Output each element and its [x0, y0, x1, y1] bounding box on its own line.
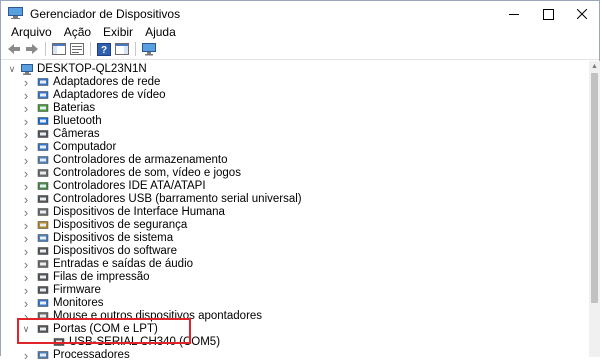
bluetooth-icon — [37, 117, 49, 125]
minimize-icon — [509, 13, 519, 15]
vertical-scrollbar[interactable]: ▲ — [589, 61, 600, 357]
category-label: Controladores USB (barramento serial uni… — [53, 193, 302, 205]
system-icon — [37, 234, 49, 242]
properties-icon — [70, 43, 84, 55]
category-label: Adaptadores de vídeo — [53, 89, 166, 101]
show-hide-console-tree-button[interactable] — [51, 42, 67, 56]
help-icon: ? — [97, 42, 111, 56]
maximize-icon — [542, 8, 554, 20]
monitor-icon — [37, 299, 49, 307]
category-label: Bluetooth — [53, 115, 102, 127]
device-tree: ∨ DESKTOP-QL23N1N › Adaptadores de rede › A… — [1, 61, 601, 362]
camera-icon — [37, 130, 49, 138]
menu-ajuda[interactable]: Ajuda — [139, 25, 182, 39]
device-manager-window: Gerenciador de Dispositivos Arquivo Ação… — [0, 0, 601, 362]
toolbar-separator — [90, 42, 91, 56]
category-label: Firmware — [53, 284, 101, 296]
help-button[interactable]: ? — [96, 42, 112, 56]
ide-icon — [37, 182, 49, 190]
back-button[interactable] — [6, 42, 22, 56]
forward-button[interactable] — [24, 42, 40, 56]
computer-icon — [21, 64, 33, 75]
category-label: Dispositivos de Interface Humana — [53, 206, 225, 218]
scrollbar-thumb[interactable] — [591, 73, 598, 303]
toolbar-separator — [135, 42, 136, 56]
tree-root-label: DESKTOP-QL23N1N — [37, 63, 147, 75]
category-label: Câmeras — [53, 128, 100, 140]
action-pane-button[interactable] — [114, 42, 130, 56]
category-label: Monitores — [53, 297, 104, 309]
category-label: Controladores IDE ATA/ATAPI — [53, 180, 206, 192]
scroll-up-arrow-icon[interactable]: ▲ — [589, 61, 600, 72]
menu-acao[interactable]: Ação — [58, 25, 97, 39]
svg-text:?: ? — [101, 45, 107, 56]
battery-icon — [37, 104, 49, 112]
toolbar-separator — [45, 42, 46, 56]
network-icon — [37, 78, 49, 86]
category-label: Controladores de armazenamento — [53, 154, 228, 166]
software-device-icon — [37, 247, 49, 255]
printer-icon — [37, 273, 49, 281]
hid-icon — [37, 208, 49, 216]
scan-hardware-button[interactable] — [141, 42, 157, 56]
usb-icon — [37, 195, 49, 203]
device-manager-app-icon — [8, 7, 23, 19]
storage-icon — [37, 156, 49, 164]
console-tree-icon — [52, 43, 66, 55]
security-icon — [37, 221, 49, 229]
display-adapter-icon — [37, 91, 49, 99]
window-title: Gerenciador de Dispositivos — [30, 7, 181, 21]
toolbar-divider — [1, 59, 599, 60]
category-label: Filas de impressão — [53, 271, 150, 283]
computer-icon — [37, 143, 49, 151]
category-label: Entradas e saídas de áudio — [53, 258, 194, 270]
category-label: Computador — [53, 141, 117, 153]
back-arrow-icon — [8, 44, 20, 54]
highlight-annotation — [17, 318, 191, 344]
menu-bar: Arquivo Ação Exibir Ajuda — [1, 23, 599, 41]
category-label: Dispositivos do software — [53, 245, 177, 257]
toolbar: ? — [1, 41, 599, 57]
menu-arquivo[interactable]: Arquivo — [5, 25, 58, 39]
monitor-scan-icon — [142, 42, 156, 55]
audio-icon — [37, 260, 49, 268]
category-label: Dispositivos de segurança — [53, 219, 188, 231]
chevron-down-icon[interactable]: ∨ — [7, 63, 17, 76]
category-label: Baterias — [53, 102, 96, 114]
action-pane-icon — [115, 43, 129, 55]
forward-arrow-icon — [26, 44, 38, 54]
properties-button[interactable] — [69, 42, 85, 56]
sound-icon — [37, 169, 49, 177]
category-label: Adaptadores de rede — [53, 76, 161, 88]
menu-exibir[interactable]: Exibir — [97, 25, 139, 39]
category-label: Controladores de som, vídeo e jogos — [53, 167, 241, 179]
firmware-icon — [37, 286, 49, 294]
close-icon — [577, 9, 587, 19]
category-label: Dispositivos de sistema — [53, 232, 174, 244]
